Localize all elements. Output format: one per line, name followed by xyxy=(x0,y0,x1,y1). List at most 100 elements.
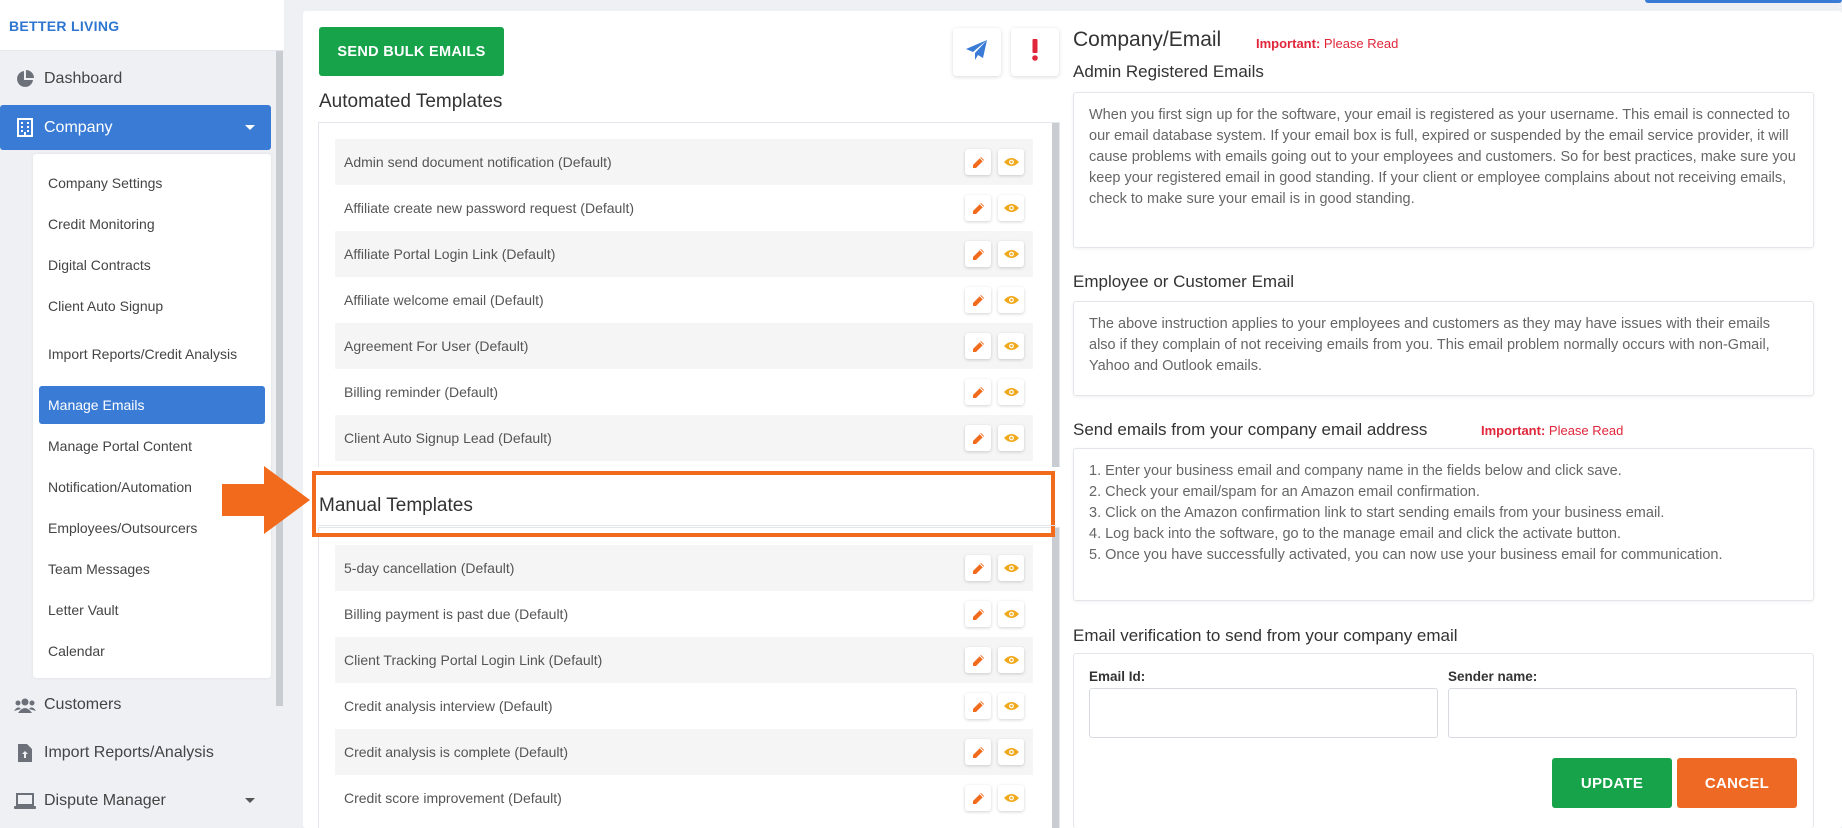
submenu-client-auto-signup[interactable]: Client Auto Signup xyxy=(39,291,265,321)
preview-button[interactable] xyxy=(998,693,1024,719)
sender-name-label: Sender name: xyxy=(1448,669,1538,684)
template-row[interactable]: Credit analysis interview (Default) xyxy=(335,683,1033,729)
preview-button[interactable] xyxy=(998,425,1024,451)
preview-button[interactable] xyxy=(998,379,1024,405)
company-submenu: Company Settings Credit Monitoring Digit… xyxy=(33,154,271,678)
template-row[interactable]: Affiliate welcome email (Default) xyxy=(335,277,1033,323)
eye-icon xyxy=(1003,610,1019,618)
edit-button[interactable] xyxy=(965,379,991,405)
edit-button[interactable] xyxy=(965,195,991,221)
edit-button[interactable] xyxy=(965,425,991,451)
eye-icon xyxy=(1003,702,1019,710)
preview-button[interactable] xyxy=(998,601,1024,627)
template-row[interactable]: 5-day cancellation (Default) xyxy=(335,545,1033,591)
submenu-calendar[interactable]: Calendar xyxy=(39,636,265,666)
edit-button[interactable] xyxy=(965,149,991,175)
send-button[interactable] xyxy=(953,28,1001,76)
submenu-manage-emails[interactable]: Manage Emails xyxy=(39,386,265,424)
template-row[interactable]: Admin send document notification (Defaul… xyxy=(335,139,1033,185)
sidebar-item-company[interactable]: Company xyxy=(0,105,271,150)
template-name: Admin send document notification (Defaul… xyxy=(344,154,612,170)
preview-button[interactable] xyxy=(998,647,1024,673)
template-row[interactable]: Credit analysis is complete (Default) xyxy=(335,729,1033,775)
preview-button[interactable] xyxy=(998,287,1024,313)
submenu-company-settings[interactable]: Company Settings xyxy=(39,168,265,198)
edit-button[interactable] xyxy=(965,647,991,673)
template-row[interactable]: Client Auto Signup Lead (Default) xyxy=(335,415,1033,461)
list-scrollbar[interactable] xyxy=(1052,528,1059,828)
sidebar-scrollbar[interactable] xyxy=(276,51,283,706)
laptop-icon xyxy=(13,791,37,811)
employee-info-text: The above instruction applies to your em… xyxy=(1073,301,1814,396)
important-note[interactable]: Important: Please Read xyxy=(1256,36,1398,51)
submenu-team-messages[interactable]: Team Messages xyxy=(39,554,265,584)
important-note[interactable]: Important: Please Read xyxy=(1481,423,1623,438)
step-item: 2. Check your email/spam for an Amazon e… xyxy=(1089,484,1480,500)
preview-button[interactable] xyxy=(998,785,1024,811)
edit-button[interactable] xyxy=(965,333,991,359)
eye-icon xyxy=(1003,794,1019,802)
edit-button[interactable] xyxy=(965,739,991,765)
sidebar-item-label: Import Reports/Analysis xyxy=(44,743,214,761)
preview-button[interactable] xyxy=(998,555,1024,581)
template-row[interactable]: Affiliate Portal Login Link (Default) xyxy=(335,231,1033,277)
template-row[interactable]: Billing payment is past due (Default) xyxy=(335,591,1033,637)
sidebar-item-dispute-manager[interactable]: Dispute Manager xyxy=(0,778,271,823)
exclamation-icon xyxy=(1031,38,1039,66)
edit-button[interactable] xyxy=(965,241,991,267)
email-id-input[interactable] xyxy=(1089,688,1438,738)
manual-templates-heading: Manual Templates xyxy=(319,495,473,516)
sidebar-item-label: Customers xyxy=(44,695,122,713)
automated-templates-list: Admin send document notification (Defaul… xyxy=(318,122,1060,467)
building-icon xyxy=(13,118,37,138)
template-name: Client Auto Signup Lead (Default) xyxy=(344,430,552,446)
template-row[interactable]: Agreement For User (Default) xyxy=(335,323,1033,369)
submenu-digital-contracts[interactable]: Digital Contracts xyxy=(39,250,265,280)
step-item: 4. Log back into the software, go to the… xyxy=(1089,526,1621,542)
preview-button[interactable] xyxy=(998,739,1024,765)
template-row[interactable]: Credit score improvement (Default) xyxy=(335,775,1033,821)
preview-button[interactable] xyxy=(998,241,1024,267)
template-row[interactable]: Client Tracking Portal Login Link (Defau… xyxy=(335,637,1033,683)
sidebar-item-customers[interactable]: Customers xyxy=(0,682,271,727)
pencil-icon xyxy=(972,156,984,168)
submenu-import-reports[interactable]: Import Reports/Credit Analysis xyxy=(39,332,239,376)
update-button[interactable]: UPDATE xyxy=(1552,758,1672,808)
alert-button[interactable] xyxy=(1011,28,1059,76)
template-row[interactable]: Billing reminder (Default) xyxy=(335,369,1033,415)
edit-button[interactable] xyxy=(965,555,991,581)
brand-name[interactable]: BETTER LIVING xyxy=(9,18,119,34)
eye-icon xyxy=(1003,296,1019,304)
email-verification-heading: Email verification to send from your com… xyxy=(1073,626,1458,645)
edit-button[interactable] xyxy=(965,287,991,313)
send-bulk-emails-button[interactable]: SEND BULK EMAILS xyxy=(319,27,504,76)
send-company-email-heading: Send emails from your company email addr… xyxy=(1073,420,1428,439)
edit-button[interactable] xyxy=(965,601,991,627)
sidebar-item-label: Dispute Manager xyxy=(44,791,166,809)
admin-info-text: When you first sign up for the software,… xyxy=(1073,92,1814,248)
pie-chart-icon xyxy=(13,69,37,89)
cancel-button[interactable]: CANCEL xyxy=(1677,758,1797,808)
eye-icon xyxy=(1003,158,1019,166)
pencil-icon xyxy=(972,202,984,214)
manual-templates-list: 5-day cancellation (Default) Billing paym… xyxy=(318,527,1060,828)
eye-icon xyxy=(1003,656,1019,664)
chevron-down-icon xyxy=(245,125,255,130)
sidebar-item-import-reports[interactable]: Import Reports/Analysis xyxy=(0,730,271,775)
sidebar-item-dashboard[interactable]: Dashboard xyxy=(0,56,271,101)
submenu-letter-vault[interactable]: Letter Vault xyxy=(39,595,265,625)
edit-button[interactable] xyxy=(965,785,991,811)
preview-button[interactable] xyxy=(998,333,1024,359)
submenu-manage-portal-content[interactable]: Manage Portal Content xyxy=(39,431,265,461)
template-row[interactable]: Affiliate create new password request (D… xyxy=(335,185,1033,231)
pencil-icon xyxy=(972,386,984,398)
submenu-credit-monitoring[interactable]: Credit Monitoring xyxy=(39,209,265,239)
pencil-icon xyxy=(972,700,984,712)
step-item: 1. Enter your business email and company… xyxy=(1089,463,1622,479)
sender-name-input[interactable] xyxy=(1448,688,1797,738)
list-scrollbar[interactable] xyxy=(1052,123,1059,467)
preview-button[interactable] xyxy=(998,195,1024,221)
edit-button[interactable] xyxy=(965,693,991,719)
automated-templates-heading: Automated Templates xyxy=(319,91,503,112)
preview-button[interactable] xyxy=(998,149,1024,175)
